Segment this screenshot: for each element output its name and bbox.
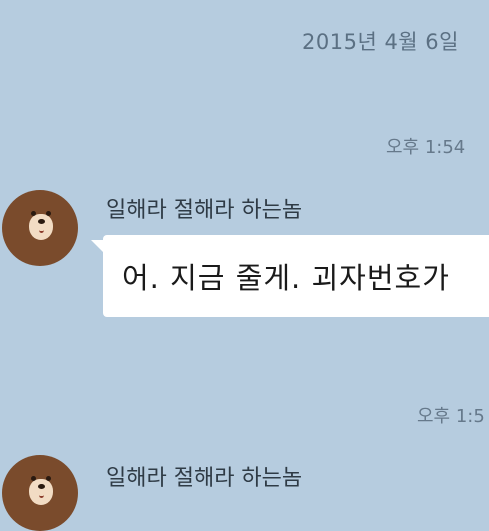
message-text: 어. 지금 줄게. 괴자번호가	[122, 261, 450, 295]
message-time: 오후 1:5	[417, 406, 485, 427]
sender-name: 일해라 절해라 하는놈	[106, 466, 303, 491]
message-bubble[interactable]: 어. 지금 줄게. 괴자번호가	[103, 235, 489, 317]
brown-bear-icon[interactable]	[2, 455, 78, 531]
date-divider: 2015년 4월 6일	[302, 30, 459, 54]
message-time: 오후 1:54	[386, 137, 466, 158]
sender-name: 일해라 절해라 하는놈	[106, 198, 303, 223]
brown-bear-icon[interactable]	[2, 190, 78, 266]
